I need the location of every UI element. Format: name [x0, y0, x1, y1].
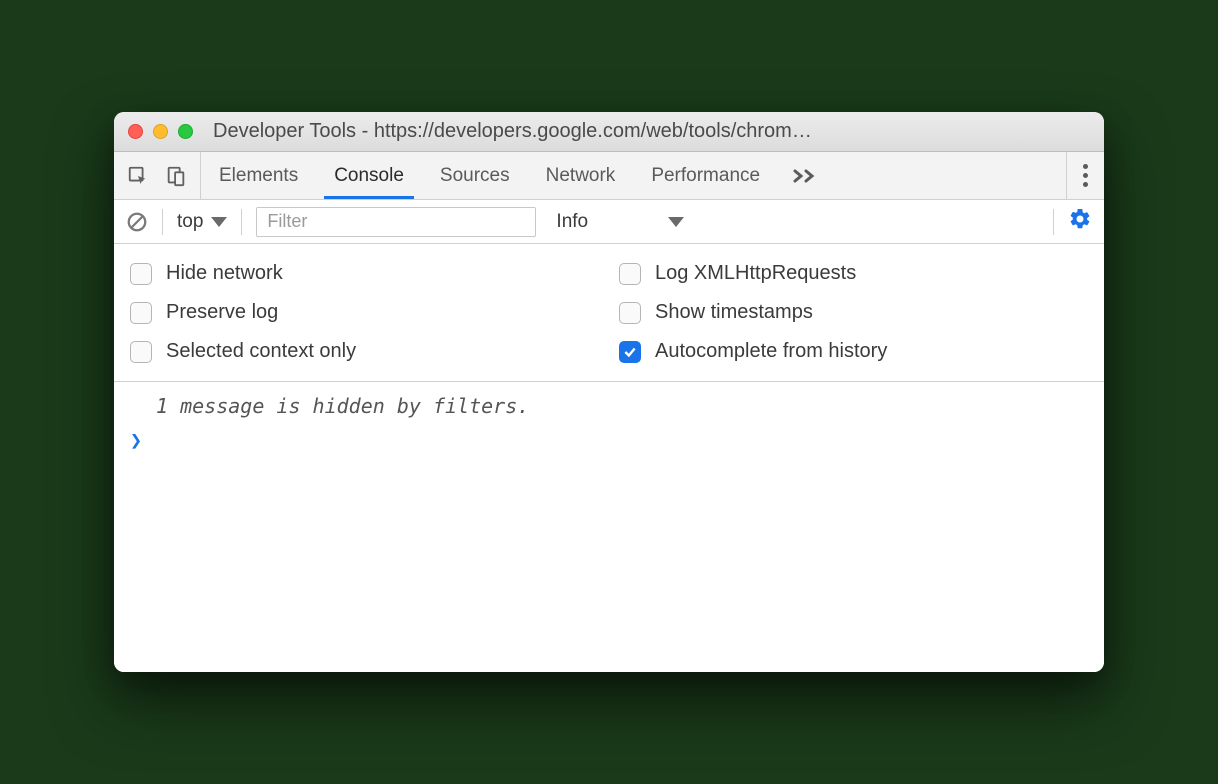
device-toolbar-icon[interactable] — [164, 164, 188, 188]
context-label: top — [177, 211, 203, 233]
window-title: Developer Tools - https://developers.goo… — [209, 120, 1090, 143]
checkbox[interactable] — [619, 263, 641, 285]
tab-label: Network — [546, 165, 616, 187]
tab-elements[interactable]: Elements — [201, 152, 316, 199]
panel-tabs: Elements Console Sources Network Perform… — [201, 152, 778, 199]
traffic-lights — [128, 124, 193, 139]
chevron-down-icon — [211, 217, 227, 227]
console-prompt[interactable]: ❯ — [128, 428, 1090, 452]
console-filter-bar: top Info — [114, 200, 1104, 244]
tab-performance[interactable]: Performance — [633, 152, 778, 199]
setting-autocomplete-history[interactable]: Autocomplete from history — [619, 340, 1088, 363]
setting-preserve-log[interactable]: Preserve log — [130, 301, 599, 324]
setting-selected-context[interactable]: Selected context only — [130, 340, 599, 363]
inspect-element-icon[interactable] — [126, 164, 150, 188]
zoom-window-button[interactable] — [178, 124, 193, 139]
setting-label: Autocomplete from history — [655, 340, 887, 363]
console-settings-icon[interactable] — [1068, 207, 1092, 236]
setting-label: Log XMLHttpRequests — [655, 262, 856, 285]
chevron-down-icon — [668, 217, 684, 227]
console-settings-panel: Hide network Log XMLHttpRequests Preserv… — [114, 244, 1104, 382]
devtools-window: Developer Tools - https://developers.goo… — [114, 112, 1104, 672]
more-options-icon[interactable] — [1083, 164, 1088, 187]
setting-label: Preserve log — [166, 301, 278, 324]
setting-log-xhr[interactable]: Log XMLHttpRequests — [619, 262, 1088, 285]
hidden-messages-notice: 1 message is hidden by filters. — [128, 392, 1090, 428]
checkbox[interactable] — [619, 302, 641, 324]
setting-hide-network[interactable]: Hide network — [130, 262, 599, 285]
checkbox[interactable] — [619, 341, 641, 363]
tabs-overflow-button[interactable] — [778, 152, 832, 199]
checkbox[interactable] — [130, 263, 152, 285]
checkbox[interactable] — [130, 341, 152, 363]
tab-label: Elements — [219, 165, 298, 187]
tab-label: Performance — [651, 165, 760, 187]
separator — [241, 209, 242, 235]
tabs-left-tools — [114, 152, 201, 199]
close-window-button[interactable] — [128, 124, 143, 139]
minimize-window-button[interactable] — [153, 124, 168, 139]
tab-sources[interactable]: Sources — [422, 152, 528, 199]
tabs-right-menu — [1066, 152, 1104, 199]
checkbox[interactable] — [130, 302, 152, 324]
setting-label: Selected context only — [166, 340, 356, 363]
tab-label: Console — [334, 165, 404, 187]
setting-label: Show timestamps — [655, 301, 813, 324]
tab-console[interactable]: Console — [316, 152, 422, 199]
tab-label: Sources — [440, 165, 510, 187]
context-selector[interactable]: top — [177, 211, 227, 233]
setting-show-timestamps[interactable]: Show timestamps — [619, 301, 1088, 324]
titlebar: Developer Tools - https://developers.goo… — [114, 112, 1104, 152]
clear-console-icon[interactable] — [126, 211, 148, 233]
level-label: Info — [556, 211, 588, 233]
filter-input[interactable] — [256, 207, 536, 237]
console-output[interactable]: 1 message is hidden by filters. ❯ — [114, 382, 1104, 672]
tab-network[interactable]: Network — [528, 152, 634, 199]
setting-label: Hide network — [166, 262, 283, 285]
separator — [1053, 209, 1054, 235]
log-level-selector[interactable]: Info — [550, 211, 684, 233]
tabs-row: Elements Console Sources Network Perform… — [114, 152, 1104, 200]
separator — [162, 209, 163, 235]
